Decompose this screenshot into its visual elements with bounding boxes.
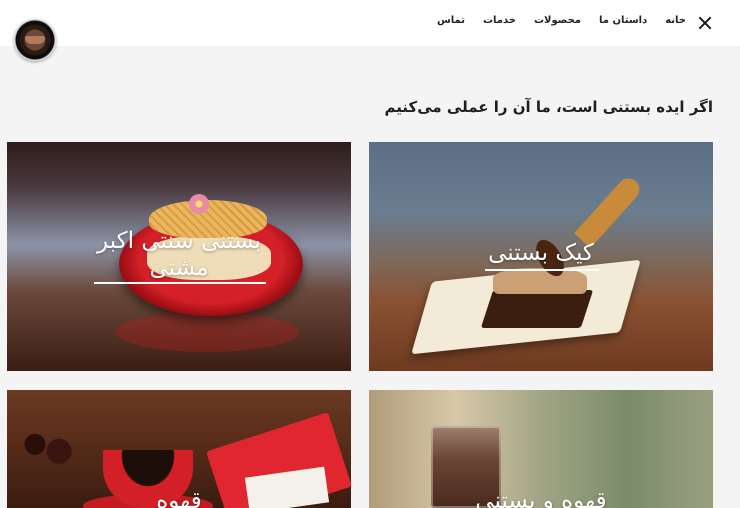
dessert-image [17,426,77,472]
nav-item-our-story[interactable]: داستان ما [599,15,647,26]
card-title-line-2: مشتی [149,255,209,281]
reflection-image [115,312,299,352]
close-icon[interactable] [698,16,712,30]
top-header: تماس خدمات محصولات داستان ما خانه [0,0,740,61]
nav-item-home[interactable]: خانه [665,15,686,26]
page-headline: اگر ایده بستنی است، ما آن را عملی می‌کنی… [384,98,714,116]
frosting-image [493,268,587,294]
brownie-image [480,290,594,328]
card-title-line-1: بستنی سنتی اکبر [97,228,261,254]
card-title: کیک بستنی [488,240,594,266]
nav-item-services[interactable]: خدمات [483,15,516,26]
wafer-cone-image [574,173,644,249]
main-nav: تماس خدمات محصولات داستان ما خانه [437,15,686,26]
coffee-cup-icon [25,36,45,44]
nav-item-contact[interactable]: تماس [437,15,465,26]
nav-item-products[interactable]: محصولات [534,15,581,26]
card-coffee[interactable]: قهوه [7,390,351,508]
card-coffee-and-ice-cream[interactable]: قهوه و بستنی [369,390,713,508]
card-title: قهوه و بستنی [475,488,607,508]
card-title-underline [94,282,266,284]
card-title: قهوه [156,488,202,508]
card-title-underline [485,269,599,271]
card-traditional-ice-cream[interactable]: بستنی سنتی اکبر مشتی [7,142,351,371]
card-ice-cream-cake[interactable]: کیک بستنی [369,142,713,371]
brand-logo[interactable] [14,19,56,61]
flower-garnish-icon [189,194,209,214]
